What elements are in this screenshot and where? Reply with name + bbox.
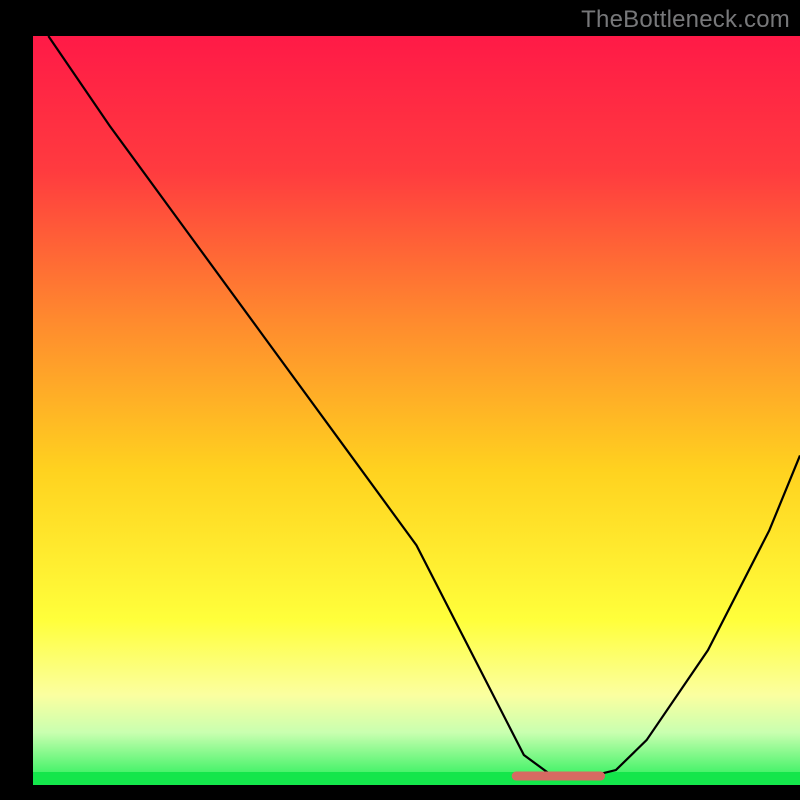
plot-green-baseline	[33, 772, 800, 785]
watermark-text: TheBottleneck.com	[581, 6, 790, 34]
plot-area	[33, 36, 800, 785]
chart-stage: TheBottleneck.com	[0, 0, 800, 800]
plot-background-gradient	[33, 36, 800, 785]
